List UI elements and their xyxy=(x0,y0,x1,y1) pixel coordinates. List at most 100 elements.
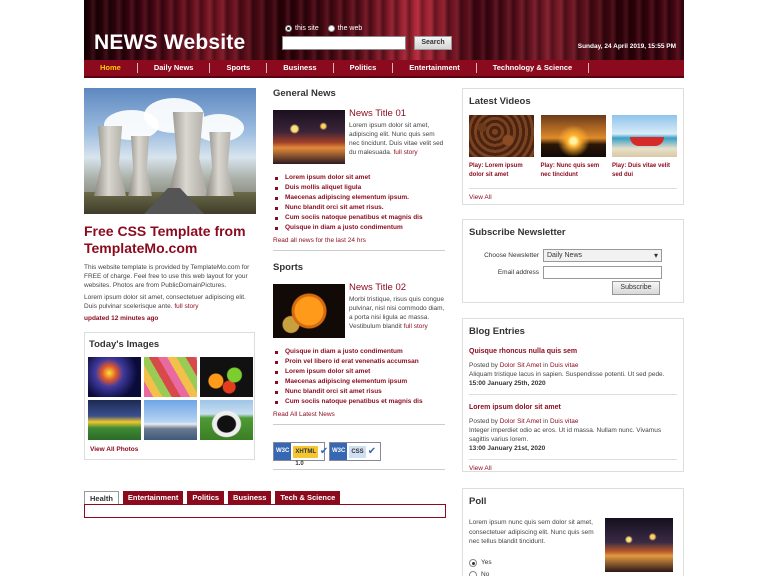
radio-the-web[interactable] xyxy=(327,25,335,32)
feature-paragraph-1: This website template is provided by Tem… xyxy=(84,264,250,289)
blog-entry-title[interactable]: Quisque rhoncus nulla quis sem xyxy=(469,348,677,355)
image-thumb-cow[interactable] xyxy=(200,400,253,440)
nav-item-sports[interactable]: Sports xyxy=(210,63,268,73)
feature-title[interactable]: Free CSS Template from TemplateMo.com xyxy=(84,223,256,257)
radio-the-web-label: the web xyxy=(337,25,363,32)
site-title[interactable]: NEWS Website xyxy=(94,31,245,55)
validator-badges: W3C XHTML 1.0 ✔ W3C CSS ✔ xyxy=(273,442,445,467)
nav-item-politics[interactable]: Politics xyxy=(334,63,394,73)
list-item[interactable]: Duis mollis aliquet ligula xyxy=(273,183,445,193)
list-item[interactable]: Maecenas adipiscing elementum ipsum. xyxy=(273,193,445,203)
news-item-01: News Title 01 Lorem ipsum dolor sit amet… xyxy=(273,108,445,164)
blog-author-link[interactable]: Dolor Sit Amet xyxy=(500,418,542,425)
nav-item-home[interactable]: Home xyxy=(84,63,138,73)
site-header: NEWS Website this site the web Search Su… xyxy=(84,0,684,60)
blog-posted-by: Posted by xyxy=(469,362,498,369)
nav-item-technology-science[interactable]: Technology & Science xyxy=(477,63,590,73)
image-thumb-fruit[interactable] xyxy=(200,357,253,397)
poll-option-yes: Yes xyxy=(469,558,605,567)
tab-entertainment[interactable]: Entertainment xyxy=(122,491,184,504)
left-column: Free CSS Template from TemplateMo.com Th… xyxy=(84,88,256,460)
view-all-photos-link[interactable]: View All Photos xyxy=(88,446,251,453)
sports-news-list: Quisque in diam a justo condimentum Proi… xyxy=(273,347,445,407)
search-button[interactable]: Search xyxy=(414,36,452,50)
category-tabs: Health Entertainment Politics Business T… xyxy=(84,491,446,518)
read-all-news-link[interactable]: Read all news for the last 24 hrs xyxy=(273,237,445,251)
image-thumb-macarons[interactable] xyxy=(144,357,197,397)
list-item[interactable]: Maecenas adipiscing elementum ipsum xyxy=(273,377,445,387)
image-thumb-stadium[interactable] xyxy=(88,400,141,440)
news-02-text: Morbi tristique, risus quis congue pulvi… xyxy=(349,295,445,331)
tab-health[interactable]: Health xyxy=(84,491,119,504)
nav-item-business[interactable]: Business xyxy=(267,63,334,73)
video-thumb-sunset[interactable] xyxy=(540,115,606,157)
tab-business[interactable]: Business xyxy=(228,491,272,504)
view-all-blog-link[interactable]: View All xyxy=(469,465,677,472)
radio-this-site[interactable] xyxy=(285,25,292,32)
feature-paragraph-2-text: Lorem ipsum dolor sit amet, consectetuer… xyxy=(84,294,246,310)
xhtml-label: XHTML 1.0 xyxy=(293,445,318,467)
list-item[interactable]: Lorem ipsum dolor sit amet xyxy=(273,173,445,183)
news-01-thumb[interactable] xyxy=(273,110,345,164)
cooling-tower xyxy=(128,136,152,196)
image-thumb-ship[interactable] xyxy=(144,400,197,440)
search-input[interactable] xyxy=(282,36,406,50)
poll-radio-yes[interactable] xyxy=(469,558,477,567)
newsletter-select[interactable]: Daily News xyxy=(543,249,662,262)
news-02-text-body: Morbi tristique, risus quis congue pulvi… xyxy=(349,296,445,330)
image-thumb-fireworks[interactable] xyxy=(88,357,141,397)
video-thumb-boat[interactable] xyxy=(612,115,677,157)
email-row: Email address xyxy=(469,266,677,279)
video-label[interactable]: Play: Nunc quis sem nec tincidunt xyxy=(541,162,606,180)
list-item[interactable]: Cum sociis natoque penatibus et magnis d… xyxy=(273,213,445,223)
read-all-latest-news-link[interactable]: Read All Latest News xyxy=(273,411,445,425)
w3c-logo: W3C xyxy=(274,443,292,460)
news-02-title[interactable]: News Title 02 xyxy=(349,282,445,293)
newsletter-title: Subscribe Newsletter xyxy=(469,227,566,238)
search-scope-radios: this site the web xyxy=(285,25,362,32)
todays-images-box: Today's Images View All Photos xyxy=(84,332,255,460)
news-01-full-story-link[interactable]: full story xyxy=(393,149,417,156)
list-item[interactable]: Cum sociis natoque penatibus et magnis d… xyxy=(273,397,445,407)
list-item[interactable]: Quisque in diam a justo condimentum xyxy=(273,347,445,357)
news-02-full-story-link[interactable]: full story xyxy=(404,323,428,330)
blog-entry-title[interactable]: Lorem ipsum dolor sit amet xyxy=(469,404,677,411)
poll-radio-no[interactable] xyxy=(469,570,477,576)
sports-title: Sports xyxy=(273,262,304,273)
list-item[interactable]: Nunc blandit orci sit amet risus. xyxy=(273,203,445,213)
w3c-xhtml-badge[interactable]: W3C XHTML 1.0 ✔ xyxy=(273,442,328,467)
feature-full-story-link[interactable]: full story xyxy=(174,303,198,310)
tab-politics[interactable]: Politics xyxy=(187,491,225,504)
blog-panel: Blog Entries Quisque rhoncus nulla quis … xyxy=(462,318,684,472)
news-02-body: News Title 02 Morbi tristique, risus qui… xyxy=(349,282,445,338)
news-01-text: Lorem ipsum dolor sit amet, adipiscing e… xyxy=(349,121,445,157)
view-all-videos-link[interactable]: View All xyxy=(469,188,677,201)
blog-author-link[interactable]: Dolor Sit Amet xyxy=(500,362,542,369)
w3c-logo: W3C xyxy=(330,443,348,460)
blog-entry-meta: Posted by Dolor Sit Amet in Duis vitae xyxy=(469,417,677,426)
blog-category-link[interactable]: Duis vitae xyxy=(550,362,579,369)
video-label[interactable]: Play: Duis vitae velit sed dui xyxy=(612,162,677,180)
checkmark-icon: ✔ xyxy=(367,446,377,457)
list-item[interactable]: Quisque in diam a justo condimentum xyxy=(273,223,445,233)
w3c-css-badge[interactable]: W3C CSS ✔ xyxy=(329,442,381,461)
subscribe-button[interactable]: Subscribe xyxy=(612,281,660,295)
video-thumb-coffee[interactable] xyxy=(469,115,534,157)
email-field[interactable] xyxy=(543,266,662,279)
tab-tech-science[interactable]: Tech & Science xyxy=(275,491,341,504)
choose-newsletter-row: Choose Newsletter Daily News xyxy=(469,249,677,262)
nav-item-daily-news[interactable]: Daily News xyxy=(138,63,211,73)
latest-videos-panel: Latest Videos Play: Lorem ipsum dolor si… xyxy=(462,88,684,205)
video-row: Play: Lorem ipsum dolor sit amet Play: N… xyxy=(469,115,677,180)
list-item[interactable]: Nunc blandit orci sit amet risus xyxy=(273,387,445,397)
blog-entry-text: Aliquam tristique lacus in sapien. Suspe… xyxy=(469,371,665,378)
list-item[interactable]: Proin vel libero id erat venenatis accum… xyxy=(273,357,445,367)
list-item[interactable]: Lorem ipsum dolor sit amet xyxy=(273,367,445,377)
news-01-title[interactable]: News Title 01 xyxy=(349,108,445,119)
nav-item-entertainment[interactable]: Entertainment xyxy=(393,63,477,73)
video-label[interactable]: Play: Lorem ipsum dolor sit amet xyxy=(469,162,534,180)
middle-column: General News News Title 01 Lorem ipsum d… xyxy=(273,88,445,470)
news-02-thumb[interactable] xyxy=(273,284,345,338)
blog-category-link[interactable]: Duis vitae xyxy=(550,418,579,425)
main-nav: Home Daily News Sports Business Politics… xyxy=(84,60,684,78)
